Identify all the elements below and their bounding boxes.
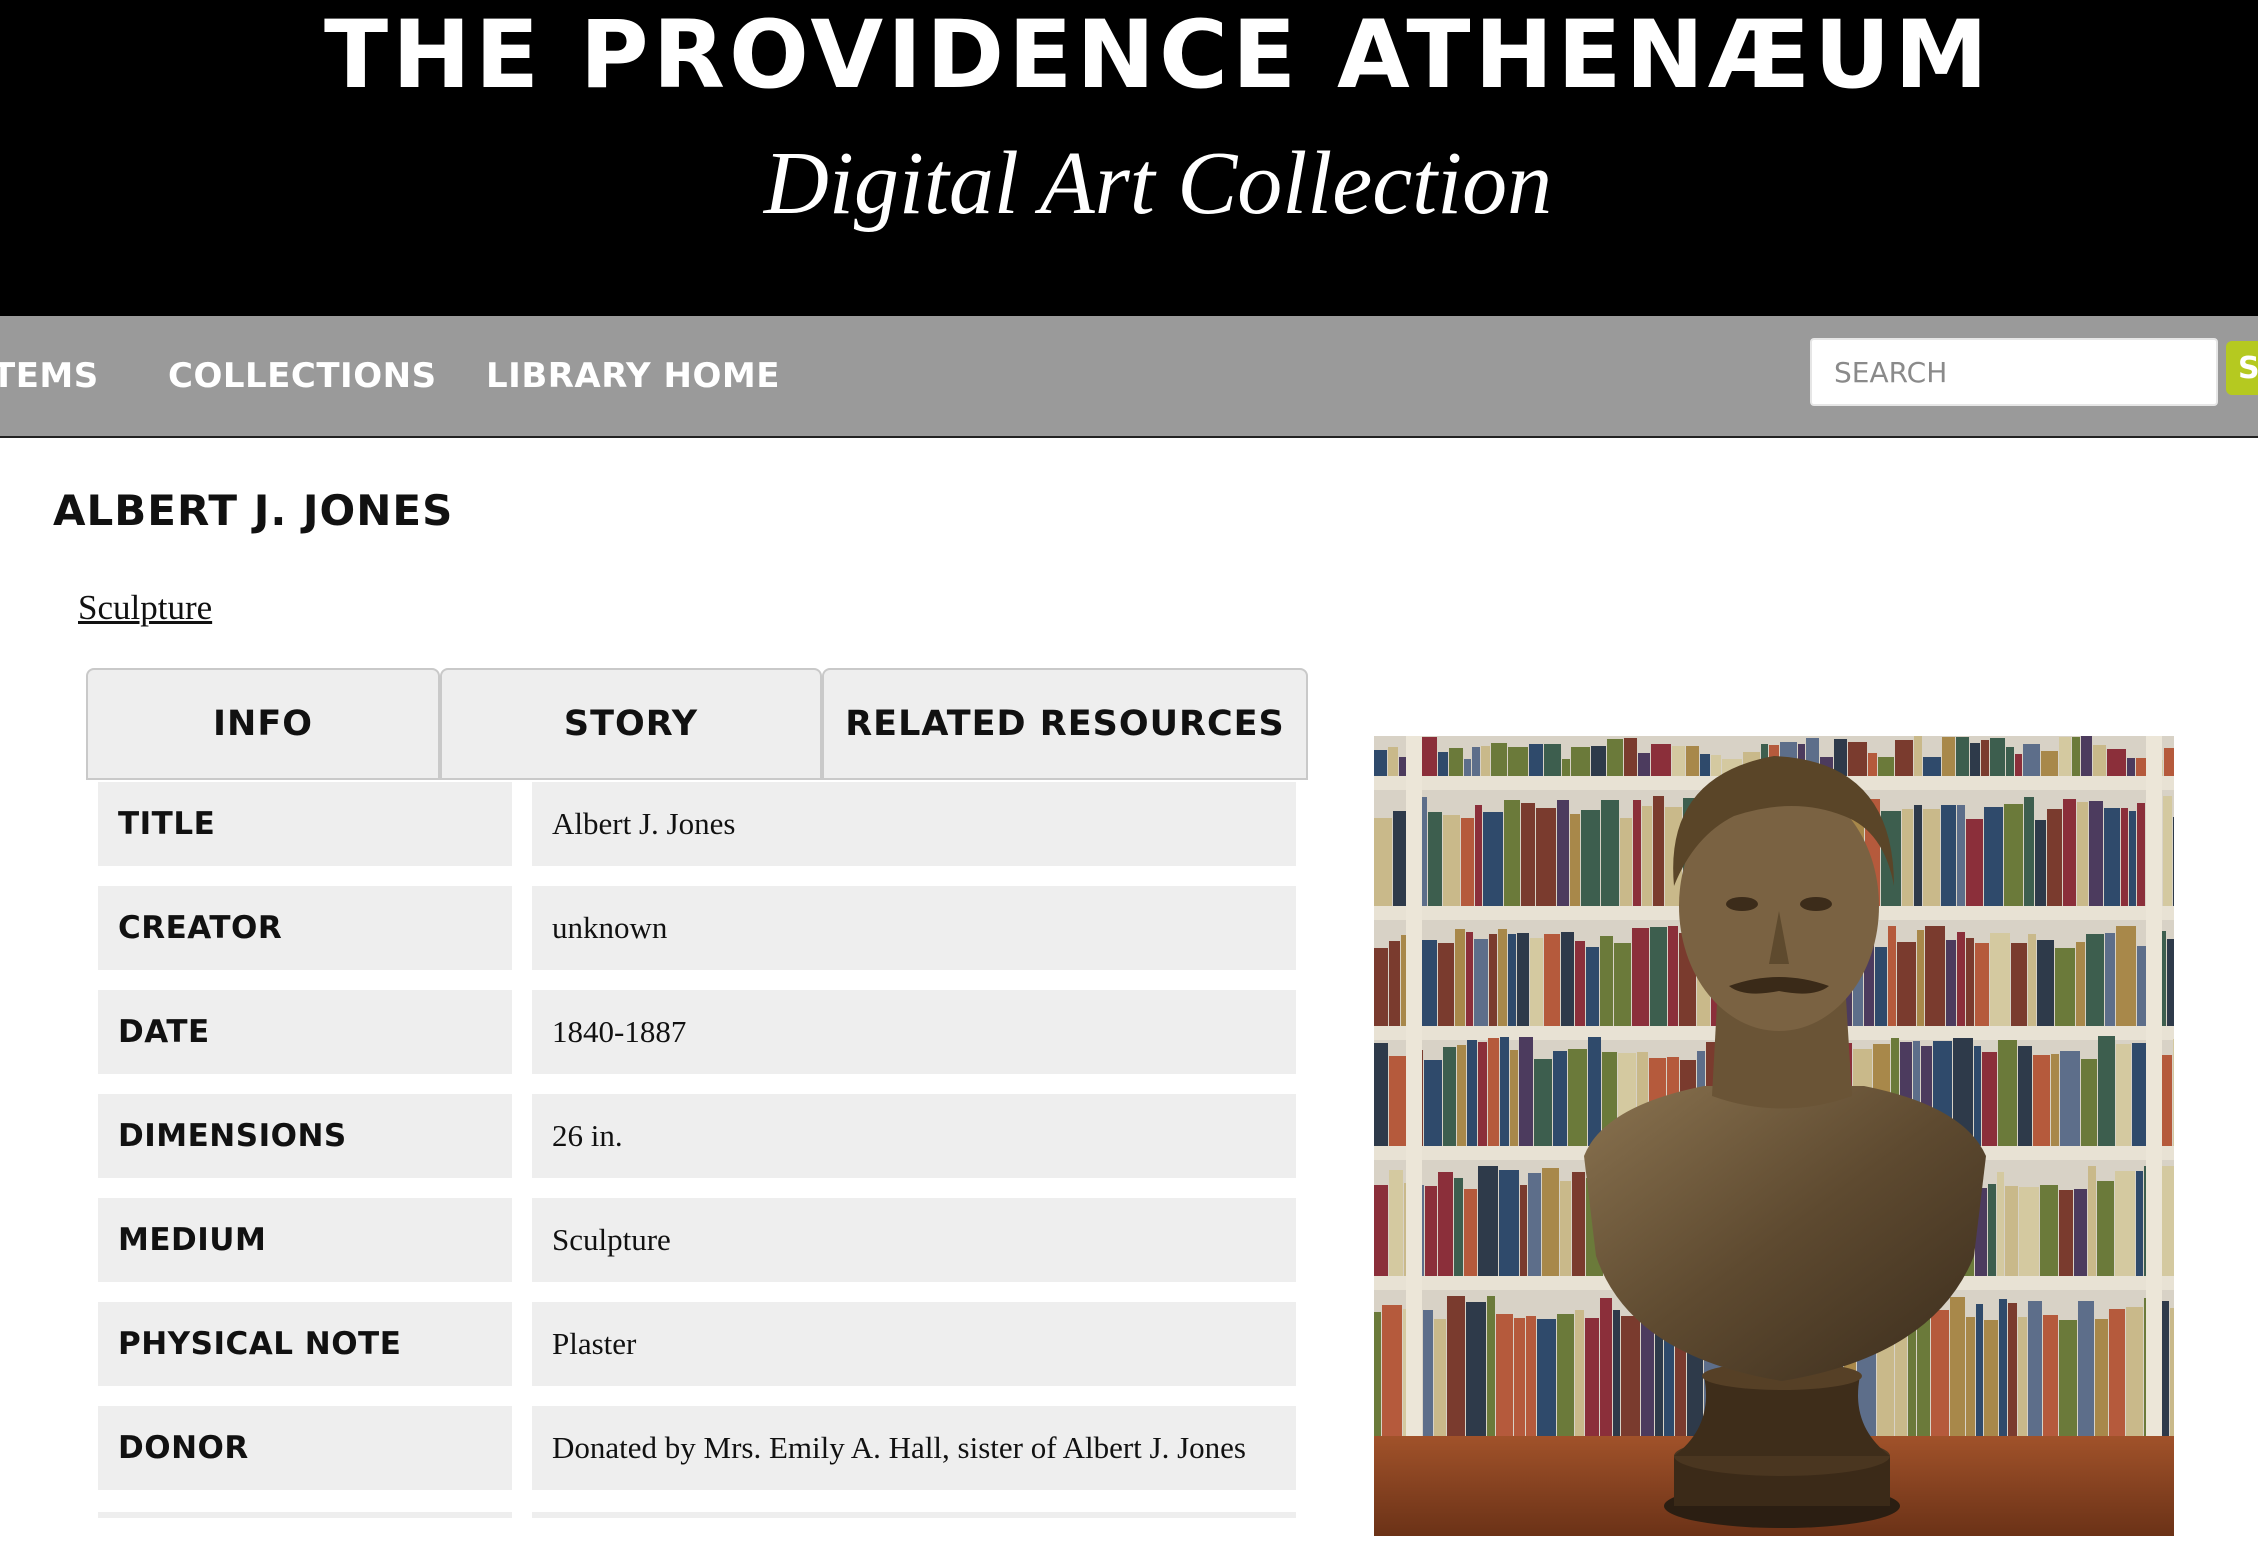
metadata-value: Donated by Mrs. Emily A. Hall, sister of… <box>532 1406 1296 1490</box>
search-button[interactable]: S <box>2226 341 2258 395</box>
metadata-label: DONOR <box>98 1406 512 1490</box>
search-input[interactable] <box>1810 338 2218 406</box>
tab-related-resources[interactable]: RELATED RESOURCES <box>822 668 1308 780</box>
metadata-value: unknown <box>532 886 1296 970</box>
site-subtitle: Digital Art Collection <box>763 134 1553 233</box>
nav-library-home-link[interactable]: LIBRARY HOME <box>486 316 780 436</box>
item-type-link[interactable]: Sculpture <box>78 588 212 628</box>
metadata-label: DIMENSIONS <box>98 1094 512 1178</box>
metadata-label: CREATOR <box>98 886 512 970</box>
metadata-row-medium: MEDIUM Sculpture <box>98 1198 1296 1282</box>
metadata-value: 26 in. <box>532 1094 1296 1178</box>
metadata-label: PHYSICAL NOTE <box>98 1302 512 1386</box>
site-header: THE PROVIDENCE ATHENÆUM Digital Art Coll… <box>0 0 2258 316</box>
metadata-row-physical-note: PHYSICAL NOTE Plaster <box>98 1302 1296 1386</box>
site-title: THE PROVIDENCE ATHENÆUM <box>324 1 1992 110</box>
artwork-image[interactable] <box>1374 736 2174 1536</box>
metadata-row-title: TITLE Albert J. Jones <box>98 782 1296 866</box>
tab-info[interactable]: INFO <box>86 668 440 780</box>
metadata-label: DATE <box>98 990 512 1074</box>
tab-story[interactable]: STORY <box>440 668 822 780</box>
page-title: ALBERT J. JONES <box>53 486 454 535</box>
nav-collections-link[interactable]: COLLECTIONS <box>168 316 437 436</box>
bust-photo <box>1374 736 2174 1536</box>
metadata-row-creator: CREATOR unknown <box>98 886 1296 970</box>
metadata-value: 1840-1887 <box>532 990 1296 1074</box>
metadata-value: Sculpture <box>532 1198 1296 1282</box>
metadata-label: MEDIUM <box>98 1198 512 1282</box>
metadata-label: TITLE <box>98 782 512 866</box>
metadata-value: Albert J. Jones <box>532 782 1296 866</box>
main-nav: TEMS COLLECTIONS LIBRARY HOME S <box>0 316 2258 438</box>
metadata-row-partial <box>98 1512 1296 1518</box>
metadata-row-dimensions: DIMENSIONS 26 in. <box>98 1094 1296 1178</box>
metadata-row-date: DATE 1840-1887 <box>98 990 1296 1074</box>
metadata-row-donor: DONOR Donated by Mrs. Emily A. Hall, sis… <box>98 1406 1296 1490</box>
metadata-value: Plaster <box>532 1302 1296 1386</box>
nav-items-link[interactable]: TEMS <box>0 316 99 436</box>
